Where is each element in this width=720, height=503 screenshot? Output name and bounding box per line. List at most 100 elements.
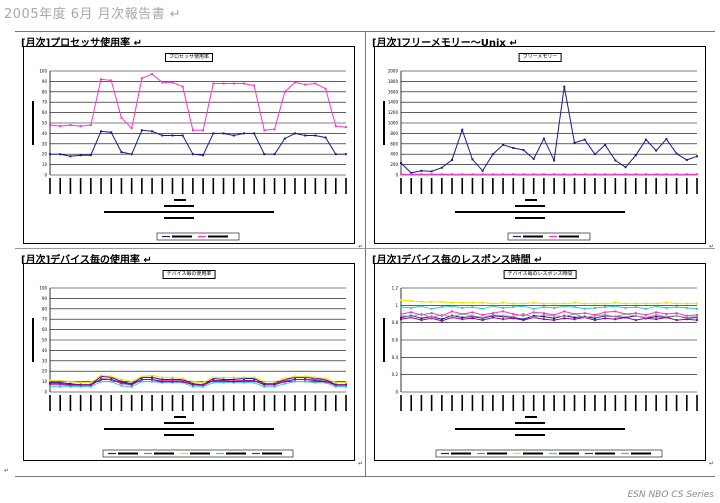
data-point <box>49 124 51 127</box>
x-tick-label <box>314 178 317 194</box>
data-point <box>202 385 205 388</box>
x-tick-label <box>243 178 245 194</box>
data-point <box>345 385 347 388</box>
data-point <box>675 319 678 322</box>
data-point <box>542 137 545 140</box>
data-point <box>293 375 296 378</box>
x-tick-label <box>79 395 82 411</box>
x-tick-label <box>263 395 266 411</box>
x-tick-label <box>273 178 276 194</box>
x-tick-label <box>120 395 123 411</box>
data-point <box>624 166 627 169</box>
data-point <box>345 381 347 384</box>
y-tick-label: 1600 <box>388 89 399 94</box>
y-tick-label: 10 <box>42 379 48 384</box>
data-point <box>532 157 535 160</box>
data-point <box>430 170 433 173</box>
y-tick-label: 100 <box>39 286 47 291</box>
x-tick-label <box>294 395 296 411</box>
data-point <box>644 307 647 310</box>
data-point <box>502 173 505 176</box>
y-tick-label: 90 <box>42 296 48 301</box>
y-tick-label: 0 <box>44 173 47 178</box>
x-tick-label <box>655 178 657 194</box>
data-point <box>644 316 647 319</box>
x-tick-label <box>283 395 286 411</box>
x-tick-label <box>441 178 443 194</box>
legend-label <box>208 235 228 238</box>
x-tick-label <box>675 395 678 411</box>
data-point <box>522 313 525 315</box>
y-tick-label: 0 <box>44 390 47 395</box>
data-point <box>440 313 443 316</box>
data-point <box>675 306 678 309</box>
data-point <box>481 169 484 172</box>
data-point <box>400 316 402 319</box>
data-point <box>89 381 92 384</box>
data-point <box>140 380 143 383</box>
data-point <box>655 318 658 321</box>
data-point <box>314 379 317 382</box>
data-point <box>140 375 143 378</box>
data-point <box>232 376 235 379</box>
data-point <box>685 173 688 176</box>
data-point <box>222 381 225 384</box>
data-point <box>553 173 556 176</box>
legend-label <box>451 452 471 455</box>
data-point <box>100 374 103 377</box>
data-point <box>583 316 586 319</box>
data-point <box>59 385 62 388</box>
x-tick-label <box>512 178 515 194</box>
y-tick-label: 600 <box>390 141 398 146</box>
y-tick-label: 60 <box>42 327 48 332</box>
x-tick-label <box>481 395 484 411</box>
x-tick-label <box>141 395 143 411</box>
y-tick-label: 0.4 <box>392 355 399 360</box>
data-point <box>345 153 347 156</box>
data-point <box>471 317 474 320</box>
data-point <box>283 377 286 380</box>
data-point <box>100 378 103 381</box>
y-tick-label: 800 <box>390 131 398 136</box>
x-tick-label <box>273 395 276 411</box>
x-tick-label <box>110 395 113 411</box>
data-point <box>481 173 484 176</box>
x-tick-label <box>212 178 215 194</box>
data-point <box>502 301 505 304</box>
x-tick-label <box>100 395 102 411</box>
x-tick-label <box>583 178 586 194</box>
data-point <box>171 81 174 84</box>
data-point <box>583 302 586 305</box>
x-axis-caption <box>174 199 186 201</box>
data-point <box>696 315 698 318</box>
data-point <box>665 138 668 141</box>
data-point <box>685 316 688 319</box>
y-tick-label: 70 <box>42 100 48 105</box>
data-point <box>334 381 337 384</box>
x-tick-label <box>624 395 627 411</box>
data-point <box>542 318 545 321</box>
x-axis-caption <box>515 422 545 424</box>
data-point <box>502 314 505 317</box>
x-tick-label <box>110 178 113 194</box>
x-tick-label <box>161 178 164 194</box>
data-point <box>502 143 505 146</box>
data-point <box>110 378 113 381</box>
data-point <box>304 134 307 137</box>
x-tick-label <box>345 395 347 411</box>
data-point <box>420 305 423 308</box>
x-tick-label <box>685 178 688 194</box>
y-tick-label: 20 <box>42 369 48 374</box>
data-point <box>583 312 586 315</box>
x-tick-label <box>130 395 133 411</box>
data-point <box>655 173 658 176</box>
data-point <box>542 315 545 318</box>
data-point <box>696 302 698 305</box>
data-point <box>696 307 698 310</box>
data-point <box>685 302 688 305</box>
panel-processor: [月次]プロセッサ使用率 ↵ 0 10 20 30 40 50 60 70 80 90 100 プロ… <box>15 32 365 250</box>
footer-series-label: ESN NBO CS Series <box>627 490 714 500</box>
data-point <box>614 173 617 176</box>
x-tick-label <box>573 178 576 194</box>
x-tick-label <box>430 395 433 411</box>
